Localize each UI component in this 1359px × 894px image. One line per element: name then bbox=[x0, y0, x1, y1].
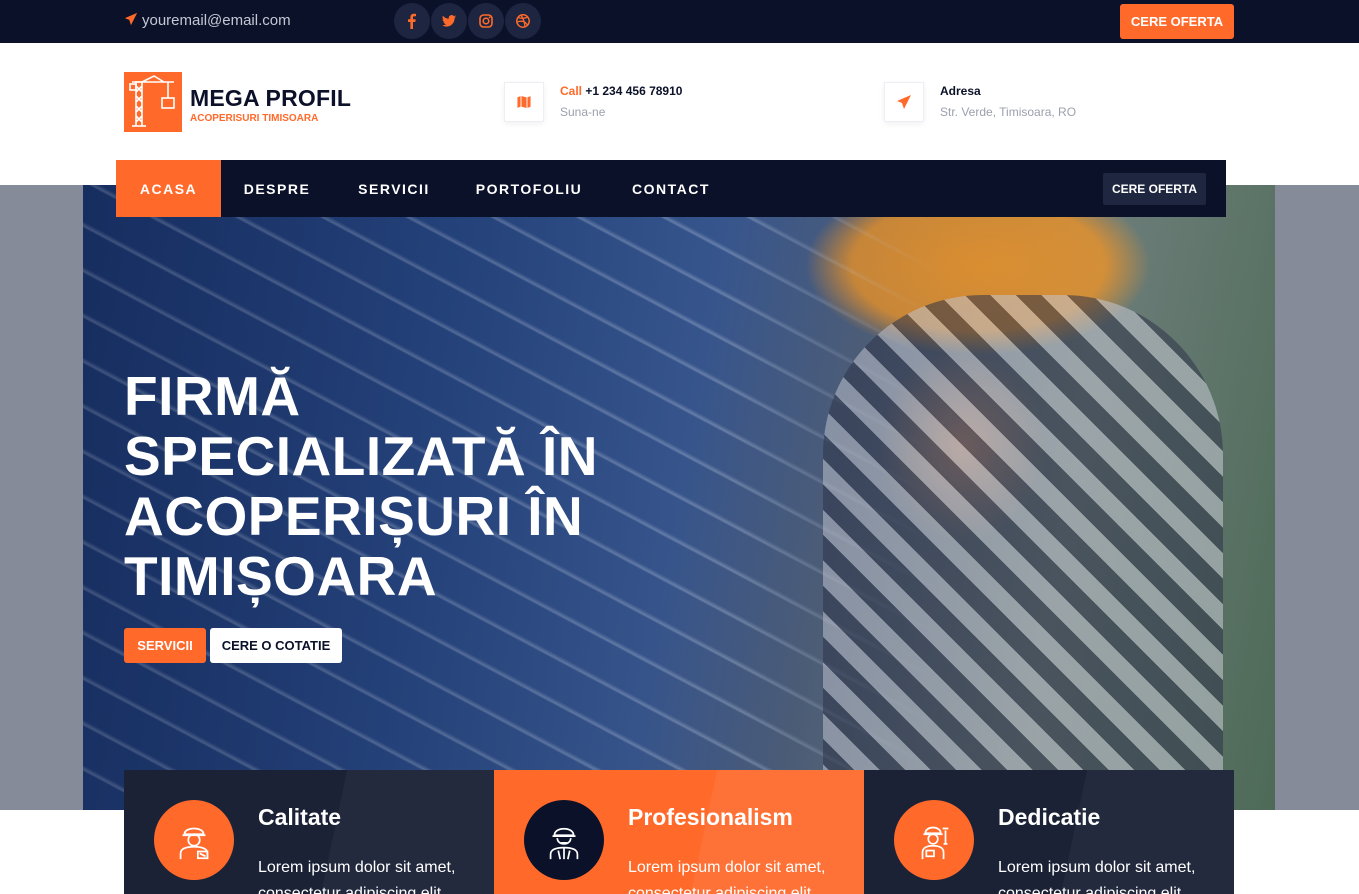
dribbble-icon[interactable] bbox=[505, 3, 541, 39]
phone-subtext: Suna-ne bbox=[560, 105, 606, 119]
feature-card-calitate: Calitate Lorem ipsum dolor sit amet, con… bbox=[124, 770, 494, 894]
paper-plane-icon bbox=[884, 82, 924, 122]
nav-item-despre[interactable]: DESPRE bbox=[221, 160, 333, 217]
nav-request-offer-button[interactable]: CERE OFERTA bbox=[1103, 173, 1206, 205]
feature-title: Dedicatie bbox=[998, 804, 1101, 830]
nav-item-servicii[interactable]: SERVICII bbox=[333, 160, 455, 217]
crane-logo-icon[interactable] bbox=[124, 72, 182, 132]
nav-item-contact[interactable]: CONTACT bbox=[603, 160, 739, 217]
nav-item-portofoliu[interactable]: PORTOFOLIU bbox=[455, 160, 603, 217]
top-request-offer-button[interactable]: CERE OFERTA bbox=[1120, 4, 1234, 39]
worker-wrench-icon bbox=[894, 800, 974, 880]
social-links bbox=[394, 3, 541, 39]
paper-plane-icon bbox=[124, 12, 138, 29]
phone-line[interactable]: Call +1 234 456 78910 bbox=[560, 84, 682, 98]
address-label: Adresa bbox=[940, 84, 981, 98]
address-value: Str. Verde, Timisoara, RO bbox=[940, 105, 1077, 119]
call-label: Call bbox=[560, 84, 583, 98]
feature-text: Lorem ipsum dolor sit amet, consectetur … bbox=[258, 859, 456, 894]
engineer-helmet-icon bbox=[524, 800, 604, 880]
instagram-icon[interactable] bbox=[468, 3, 504, 39]
worker-tools-icon bbox=[154, 800, 234, 880]
main-nav: ACASA DESPRE SERVICII PORTOFOLIU CONTACT… bbox=[116, 160, 1226, 217]
facebook-icon[interactable] bbox=[394, 3, 430, 39]
services-button[interactable]: SERVICII bbox=[124, 628, 206, 663]
feature-card-dedicatie: Dedicatie Lorem ipsum dolor sit amet, co… bbox=[864, 770, 1234, 894]
contact-phone-block: Call +1 234 456 78910 Suna-ne bbox=[504, 82, 682, 122]
feature-text: Lorem ipsum dolor sit amet, consectetur … bbox=[628, 859, 826, 894]
hero-title: FIRMĂ SPECIALIZATĂ ÎN ACOPERIȘURI ÎN TIM… bbox=[124, 365, 598, 607]
request-quote-button[interactable]: CERE O COTATIE bbox=[210, 628, 342, 663]
feature-card-profesionalism: Profesionalism Lorem ipsum dolor sit ame… bbox=[494, 770, 864, 894]
twitter-icon[interactable] bbox=[431, 3, 467, 39]
feature-text: Lorem ipsum dolor sit amet, consectetur … bbox=[998, 859, 1196, 894]
map-icon bbox=[504, 82, 544, 122]
feature-title: Calitate bbox=[258, 804, 342, 830]
email-text: youremail@email.com bbox=[142, 12, 291, 29]
address-block: Adresa Str. Verde, Timisoara, RO bbox=[884, 82, 1076, 122]
phone-number: +1 234 456 78910 bbox=[585, 84, 683, 98]
feature-title: Profesionalism bbox=[628, 804, 793, 830]
top-bar: youremail@email.com CERE OFERTA bbox=[0, 0, 1359, 43]
brand[interactable]: MEGA PROFIL ACOPERISURI TIMISOARA bbox=[190, 85, 351, 124]
brand-tagline: ACOPERISURI TIMISOARA bbox=[190, 113, 319, 124]
top-email[interactable]: youremail@email.com bbox=[124, 12, 291, 29]
brand-name: MEGA PROFIL bbox=[190, 85, 352, 111]
nav-item-acasa[interactable]: ACASA bbox=[116, 160, 221, 217]
